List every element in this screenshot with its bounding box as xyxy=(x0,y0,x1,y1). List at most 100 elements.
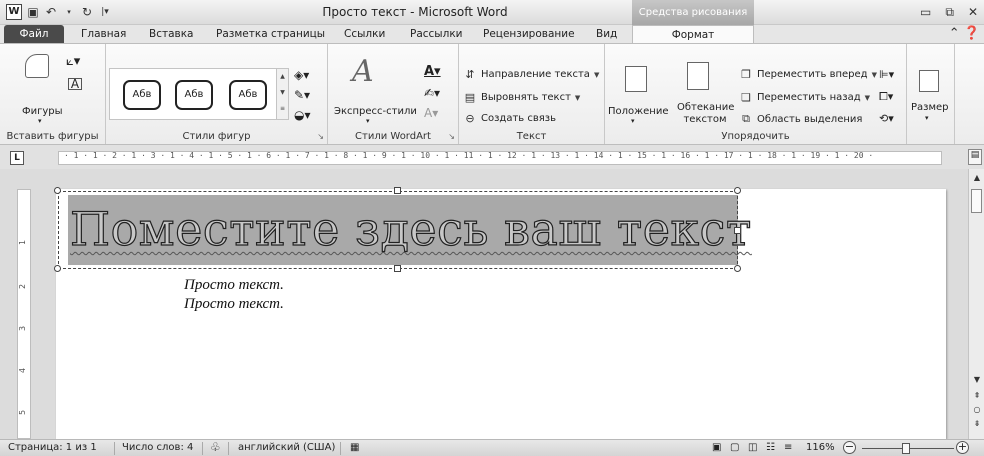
previous-page-icon[interactable]: ⇞ xyxy=(971,391,983,400)
restore-icon[interactable]: ⧉ xyxy=(945,5,954,20)
scroll-down-icon[interactable]: ▼ xyxy=(971,375,983,384)
help-icon[interactable]: ⌃ ❓ xyxy=(949,26,980,41)
minimize-icon[interactable]: ▭ xyxy=(920,5,931,20)
shapes-dropdown-icon[interactable]: ▾ xyxy=(38,117,42,125)
dialog-launcher-icon[interactable]: ↘ xyxy=(317,132,324,141)
document-line-1[interactable]: Просто текст. xyxy=(184,277,284,294)
shape-outline-icon[interactable]: ✎▾ xyxy=(294,88,310,102)
tab-home[interactable]: Главная xyxy=(81,25,126,43)
resize-handle[interactable] xyxy=(734,187,741,194)
text-box-icon[interactable]: A xyxy=(68,78,82,90)
customize-icon[interactable]: |▾ xyxy=(98,7,112,17)
resize-handle[interactable] xyxy=(734,265,741,272)
tab-references[interactable]: Ссылки xyxy=(344,25,385,43)
tab-format[interactable]: Формат xyxy=(632,25,754,43)
shapes-button[interactable]: Фигуры xyxy=(22,106,63,117)
tab-view[interactable]: Вид xyxy=(596,25,617,43)
zoom-in-icon[interactable]: + xyxy=(956,441,969,454)
text-fill-icon[interactable]: A▾ xyxy=(424,64,441,79)
view-outline-icon[interactable]: ☷ xyxy=(766,442,775,453)
tab-page-layout[interactable]: Разметка страницы xyxy=(216,25,325,43)
dropdown-icon[interactable]: ▾ xyxy=(62,8,76,16)
group-objects-icon[interactable]: ⧠▾ xyxy=(879,90,893,104)
word-app-icon[interactable]: W xyxy=(6,4,22,20)
shape-style-3[interactable]: Абв xyxy=(229,80,267,110)
next-page-icon[interactable]: ⇟ xyxy=(971,419,983,428)
scroll-up-icon[interactable]: ▲ xyxy=(971,173,983,182)
word-count[interactable]: Число слов: 4 xyxy=(122,442,193,453)
group-insert-shapes: Фигуры ▾ ⟀▾ A Вставить фигуры xyxy=(0,44,106,144)
tab-review[interactable]: Рецензирование xyxy=(483,25,575,43)
create-link-button[interactable]: ⊖ Создать связь xyxy=(463,112,556,125)
edit-shape-icon[interactable]: ⟀▾ xyxy=(66,54,80,69)
tab-insert[interactable]: Вставка xyxy=(149,25,194,43)
size-button[interactable]: Размер xyxy=(911,102,949,113)
view-web-icon[interactable]: ◫ xyxy=(748,442,757,453)
vertical-scrollbar[interactable]: ▲ ▼ ⇞ ○ ⇟ xyxy=(968,169,984,439)
scroll-thumb[interactable] xyxy=(971,189,982,213)
resize-handle[interactable] xyxy=(54,187,61,194)
ruler-number: 4 xyxy=(18,367,28,374)
language[interactable]: английский (США) xyxy=(238,442,335,453)
page[interactable]: Поместите здесь ваш текст Просто текст. … xyxy=(54,187,946,439)
ruler-numbers: · 1 · 1 · 2 · 1 · 3 · 1 · 4 · 1 · 5 · 1 … xyxy=(64,151,874,160)
resize-handle[interactable] xyxy=(734,227,741,234)
size-dropdown-icon[interactable]: ▾ xyxy=(925,114,929,122)
chevron-down-icon: ▼ xyxy=(864,93,871,102)
macro-record-icon[interactable]: ▦ xyxy=(350,442,359,453)
position-dropdown-icon[interactable]: ▾ xyxy=(631,117,635,125)
view-print-layout-icon[interactable]: ▣ xyxy=(712,442,721,453)
view-full-screen-icon[interactable]: ▢ xyxy=(730,442,739,453)
resize-handle[interactable] xyxy=(394,187,401,194)
zoom-out-icon[interactable]: − xyxy=(843,441,856,454)
resize-handle[interactable] xyxy=(54,265,61,272)
view-ruler-icon[interactable]: ▤ xyxy=(968,149,982,165)
browse-object-icon[interactable]: ○ xyxy=(971,405,983,414)
group-label-wordart-styles: Стили WordArt xyxy=(355,131,431,142)
bring-forward-button[interactable]: ❐ Переместить вперед ▼ xyxy=(739,68,877,81)
view-draft-icon[interactable]: ≡ xyxy=(784,442,792,453)
dialog-launcher-icon[interactable]: ↘ xyxy=(448,132,455,141)
tab-selector[interactable]: L xyxy=(10,151,24,165)
close-icon[interactable]: ✕ xyxy=(968,5,978,20)
send-backward-button[interactable]: ❏ Переместить назад ▼ xyxy=(739,91,870,104)
ruler-bar: L · 1 · 1 · 2 · 1 · 3 · 1 · 4 · 1 · 5 · … xyxy=(0,145,984,169)
text-direction-button[interactable]: ⇵ Направление текста ▼ xyxy=(463,68,599,81)
wordart-text[interactable]: Поместите здесь ваш текст xyxy=(69,197,752,261)
wrap-text-button[interactable]: Обтекание текстом xyxy=(677,102,734,126)
ribbon-tab-bar: Файл Главная Вставка Разметка страницы С… xyxy=(0,25,984,43)
chevron-down-icon: ▼ xyxy=(574,93,581,102)
express-styles-button[interactable]: Экспресс-стили xyxy=(334,106,417,117)
align-text-icon: ▤ xyxy=(464,91,476,104)
redo-icon[interactable]: ↻ xyxy=(80,5,94,19)
express-styles-dropdown-icon[interactable]: ▾ xyxy=(366,117,370,125)
resize-handle[interactable] xyxy=(394,265,401,272)
zoom-level[interactable]: 116% xyxy=(806,442,835,453)
send-backward-icon: ❏ xyxy=(741,91,751,104)
gallery-scroll[interactable]: ▲ ▼ ≡ xyxy=(276,69,288,119)
undo-icon[interactable]: ↶ xyxy=(44,5,58,19)
shape-fill-icon[interactable]: ◈▾ xyxy=(294,68,309,82)
vertical-ruler[interactable]: 1 2 3 4 5 xyxy=(17,189,31,439)
shape-style-1[interactable]: Абв xyxy=(123,80,161,110)
divider xyxy=(202,442,203,455)
tab-mailings[interactable]: Рассылки xyxy=(410,25,462,43)
text-outline-icon[interactable]: ✍▾ xyxy=(424,86,440,100)
text-effects-icon[interactable]: A▾ xyxy=(424,106,438,120)
rotate-icon[interactable]: ⟲▾ xyxy=(879,112,894,125)
tab-file[interactable]: Файл xyxy=(4,25,64,43)
selection-pane-button[interactable]: ⧉ Область выделения xyxy=(739,112,862,126)
zoom-slider-thumb[interactable] xyxy=(902,443,910,454)
align-text-button[interactable]: ▤ Выровнять текст ▼ xyxy=(463,91,581,104)
save-icon[interactable]: ▣ xyxy=(26,5,40,19)
shape-effects-icon[interactable]: ◒▾ xyxy=(294,108,311,122)
page-count[interactable]: Страница: 1 из 1 xyxy=(8,442,97,453)
group-arrange: Положение ▾ Обтекание текстом ❐ Перемест… xyxy=(605,44,907,144)
spelling-check-icon[interactable]: ♧ xyxy=(210,440,221,454)
shape-style-2[interactable]: Абв xyxy=(175,80,213,110)
text-direction-icon: ⇵ xyxy=(465,68,475,81)
position-button[interactable]: Положение xyxy=(608,106,669,117)
align-icon[interactable]: ⊫▾ xyxy=(879,68,894,81)
bring-forward-icon: ❐ xyxy=(741,68,751,81)
document-line-2[interactable]: Просто текст. xyxy=(184,296,284,313)
